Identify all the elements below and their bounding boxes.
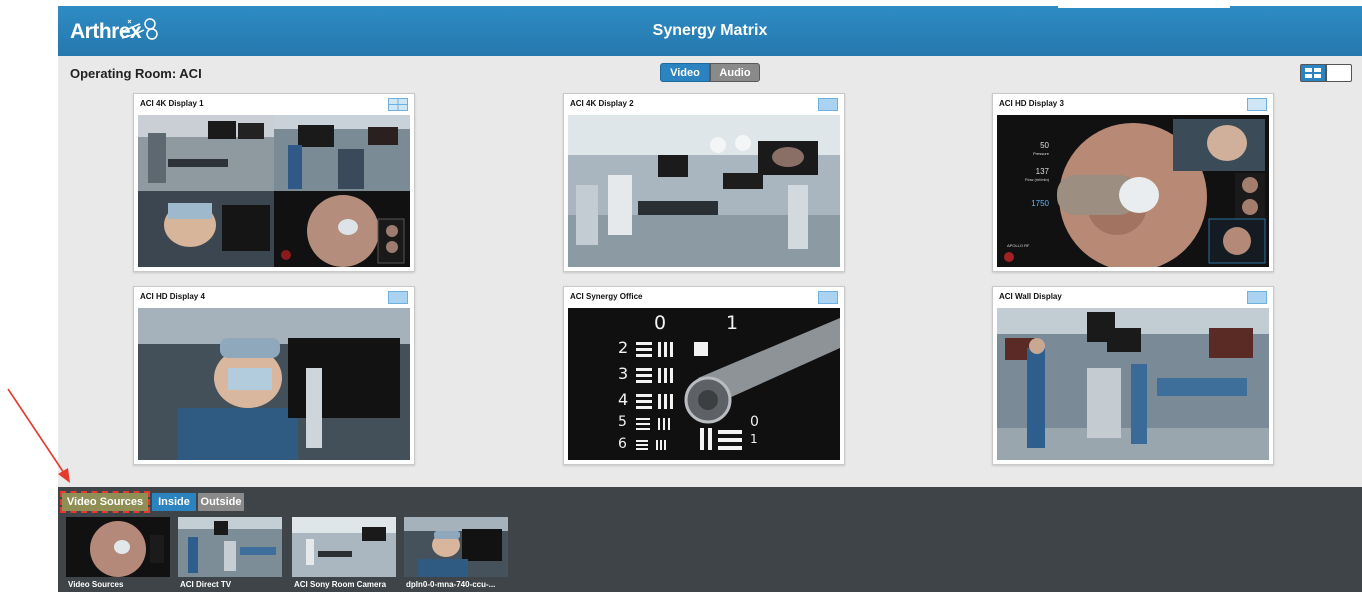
single-layout-button[interactable] (1326, 64, 1352, 82)
source-label-3: ACI Sony Room Camera (294, 580, 387, 589)
display-name: ACI 4K Display 2 (570, 99, 634, 108)
flow-value: 137 (1035, 167, 1049, 176)
chart-digit-small-1: 1 (750, 432, 758, 446)
tab-video-sources[interactable]: Video Sources (60, 491, 150, 513)
tab-outside[interactable]: Outside (198, 493, 244, 511)
single-layout-icon[interactable] (818, 291, 838, 304)
display-name: ACI Wall Display (999, 292, 1062, 301)
display-card-5[interactable]: ACI Synergy Office 0 1 2 3 4 5 6 0 1 (563, 286, 845, 465)
source-label-2: ACI Direct TV (180, 580, 232, 589)
display-preview (138, 308, 410, 460)
chart-digit-top-1: 1 (726, 312, 739, 334)
display-card-6[interactable]: ACI Wall Display (992, 286, 1274, 465)
speed-value: 1750 (1031, 199, 1049, 208)
grid-layout-button[interactable] (1300, 64, 1326, 82)
pressure-unit: Pressure (1032, 151, 1049, 156)
audio-mode-button[interactable]: Audio (710, 63, 760, 82)
chart-digit-side-2: 2 (618, 338, 629, 357)
chart-digit-side-3: 3 (618, 364, 629, 383)
source-label-1: Video Sources (68, 580, 124, 589)
display-card-2[interactable]: ACI 4K Display 2 (563, 93, 845, 272)
display-name: ACI Synergy Office (570, 292, 643, 301)
pip-layout-icon[interactable] (1247, 98, 1267, 111)
source-thumbnail-4[interactable] (404, 517, 508, 577)
flow-unit: Flow (ml/min) (1025, 177, 1049, 182)
app-title: Synergy Matrix (652, 22, 768, 39)
display-name: ACI 4K Display 1 (140, 99, 204, 108)
chart-digit-side-6: 6 (618, 436, 627, 452)
chart-digit-side-5: 5 (618, 414, 627, 430)
display-card-3[interactable]: ACI HD Display 3 50 Pressure 137 Flow (m… (992, 93, 1274, 272)
sources-bar: Video Sources Inside Outside Video Sourc… (58, 487, 1362, 592)
chart-digit-side-4: 4 (618, 390, 629, 409)
display-preview (997, 308, 1269, 460)
source-thumbnail-1[interactable] (66, 517, 170, 577)
synergy-matrix-app: Arthrex Synergy Matrix Operating Room: A… (58, 6, 1362, 592)
display-name: ACI HD Display 3 (999, 99, 1064, 108)
video-mode-button[interactable]: Video (660, 63, 710, 82)
display-preview: 50 Pressure 137 Flow (ml/min) 1750 APOLL… (997, 115, 1269, 267)
display-card-4[interactable]: ACI HD Display 4 (133, 286, 415, 465)
header-accent-line (1058, 6, 1230, 8)
single-layout-icon[interactable] (1247, 291, 1267, 304)
source-thumbnail-3[interactable] (292, 517, 396, 577)
header-bar: Arthrex Synergy Matrix (58, 6, 1362, 56)
tab-inside[interactable]: Inside (152, 493, 196, 511)
chart-digit-top-0: 0 (654, 312, 667, 334)
source-thumbnail-2[interactable] (178, 517, 282, 577)
display-preview: 0 1 2 3 4 5 6 0 1 (568, 308, 840, 460)
display-preview (568, 115, 840, 267)
display-name: ACI HD Display 4 (140, 292, 205, 301)
display-preview (138, 115, 410, 267)
pressure-value: 50 (1040, 141, 1049, 150)
single-layout-icon[interactable] (818, 98, 838, 111)
source-label-4: dpln0-0-mna-740-ccu-... (406, 580, 496, 589)
quad-layout-icon[interactable] (388, 98, 408, 111)
display-card-1[interactable]: ACI 4K Display 1 (133, 93, 415, 272)
room-label: Operating Room: ACI (70, 66, 202, 81)
chart-digit-small-0: 0 (750, 414, 759, 430)
apollo-brand: APOLLO RF (1007, 243, 1030, 248)
single-layout-icon[interactable] (388, 291, 408, 304)
